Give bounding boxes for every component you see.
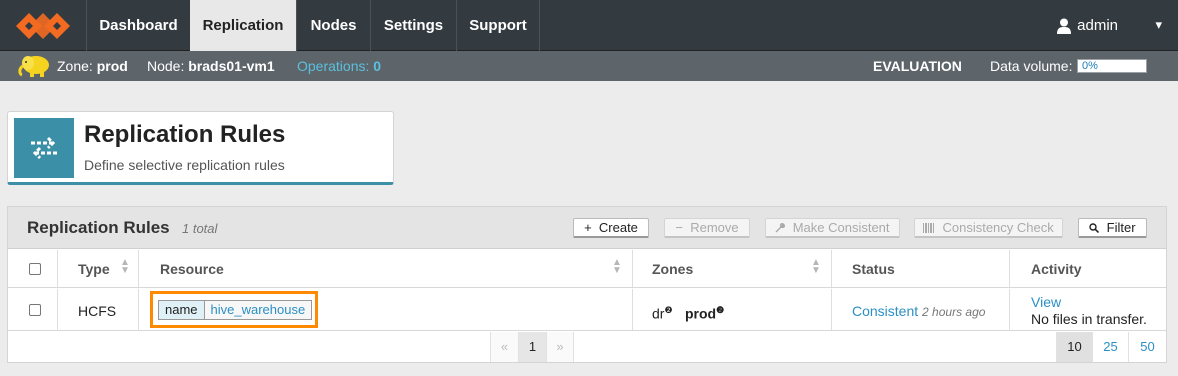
remove-button-label: Remove [690,220,739,235]
rule-type: HCFS [78,303,117,319]
column-status-label: Status [852,261,895,277]
data-volume-bar: 0% [1077,59,1147,73]
tab-settings[interactable]: Settings [370,0,456,51]
zone-label: Zone: [57,58,93,74]
create-button[interactable]: + Create [573,218,649,238]
minus-icon: − [675,220,683,235]
panel-title: Replication Rules [27,218,170,237]
zone-prod[interactable]: prod❷ [685,305,724,322]
remove-button[interactable]: − Remove [664,218,750,238]
user-name: admin [1077,17,1118,34]
data-volume-label: Data volume: [990,58,1073,74]
rules-panel: Replication Rules 1 total + Create − Rem… [7,206,1167,363]
tab-replication[interactable]: Replication [190,0,296,51]
filter-button-label: Filter [1106,220,1136,235]
hadoop-elephant-icon [18,56,49,77]
page-title: Replication Rules [84,121,286,148]
consistency-check-button[interactable]: Consistency Check [914,218,1063,238]
resource-value[interactable]: hive_warehouse [204,301,312,319]
column-zones[interactable]: Zones ▲ ▼ [632,250,831,287]
zone-value: prod [96,58,128,74]
column-activity: Activity [1009,250,1166,287]
prev-page-button[interactable]: « [490,332,518,362]
sort-icon: ▲ ▼ [120,257,130,276]
page-subtitle: Define selective replication rules [84,157,285,173]
activity-text: No files in transfer. [1031,311,1147,327]
sort-icon: ▲ ▼ [811,257,821,276]
column-zones-label: Zones [652,261,694,277]
column-status: Status [831,250,1009,287]
rules-count: 1 total [182,221,218,236]
logo-icon [16,12,70,39]
filter-button[interactable]: Filter [1078,218,1147,238]
swap-arrows-icon [31,136,57,160]
sort-icon: ▲ ▼ [612,257,622,276]
make-consistent-button[interactable]: Make Consistent [765,218,900,238]
cell-zones: dr❷ prod❷ [632,289,831,330]
zone-indicator: Zone: prod [57,58,128,74]
resource-tag[interactable]: name hive_warehouse [158,300,313,320]
column-resource[interactable]: Resource ▲ ▼ [138,250,632,287]
user-menu[interactable]: admin [1057,0,1118,51]
create-button-label: Create [598,220,638,235]
top-nav: Dashboard Replication Nodes Settings Sup… [0,0,1178,51]
column-type-label: Type [78,261,110,277]
cell-status: Consistent 2 hours ago [831,289,1009,330]
node-indicator: Node: brads01-vm1 [147,58,275,74]
view-activity-link[interactable]: View [1031,294,1061,310]
resource-key: name [159,301,205,319]
barcode-icon [923,223,935,233]
wrench-icon [775,223,786,233]
column-activity-label: Activity [1031,261,1082,277]
logo[interactable] [0,0,86,51]
panel-header: Replication Rules 1 total + Create − Rem… [8,207,1166,249]
row-checkbox[interactable] [29,304,41,316]
license-badge: EVALUATION [873,58,962,74]
page-size-50[interactable]: 50 [1128,332,1166,362]
tab-nodes[interactable]: Nodes [296,0,370,51]
operations-value: 0 [373,58,382,74]
zone-dr[interactable]: dr❷ [652,305,673,322]
chevron-down-icon[interactable]: ▾ [1155,17,1162,33]
nav-divider [539,0,540,51]
column-type[interactable]: Type ▲ ▼ [57,250,138,287]
make-consistent-label: Make Consistent [792,220,890,235]
select-all-checkbox[interactable] [29,263,41,275]
zone-prod-label: prod [685,305,717,322]
status-time: 2 hours ago [922,305,986,319]
tab-dashboard[interactable]: Dashboard [86,0,190,51]
pagination: « 1 » 10 25 50 [8,332,1166,362]
consistency-check-label: Consistency Check [942,220,1054,235]
page-size-10[interactable]: 10 [1056,332,1092,362]
table-row[interactable]: HCFS name hive_warehouse dr❷ prod❷ Consi… [8,289,1166,331]
table-header: Type ▲ ▼ Resource ▲ ▼ Zones ▲ ▼ Status Acti… [8,250,1166,288]
page-size-25[interactable]: 25 [1092,332,1128,362]
info-icon: ❷ [664,305,673,315]
next-page-button[interactable]: » [546,332,574,362]
cell-activity: View No files in transfer. [1009,289,1166,330]
status-bar: Zone: prod Node: brads01-vm1 Operations:… [0,51,1178,81]
user-icon [1057,18,1072,34]
plus-icon: + [584,220,592,235]
page-header-card: Replication Rules Define selective repli… [7,111,394,185]
status-link[interactable]: Consistent [852,303,918,319]
info-icon: ❷ [716,305,725,315]
operations-link[interactable]: Operations: 0 [297,58,381,74]
page-1-button[interactable]: 1 [518,332,546,362]
cell-type: HCFS [57,289,138,330]
operations-label: Operations: [297,58,370,74]
zone-dr-label: dr [652,305,665,322]
node-value: brads01-vm1 [188,58,275,74]
node-label: Node: [147,58,185,74]
tab-support[interactable]: Support [456,0,539,51]
status-cell: Consistent 2 hours ago [852,303,985,319]
column-resource-label: Resource [160,261,224,277]
search-icon [1089,223,1100,234]
page-icon [14,118,74,178]
